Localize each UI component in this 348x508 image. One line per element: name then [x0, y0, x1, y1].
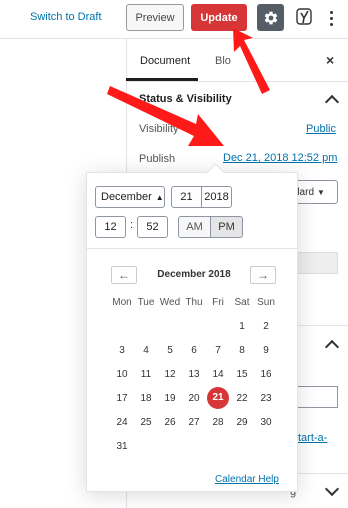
calendar-day[interactable]: 30 — [254, 417, 278, 428]
weekday-header-row: Mon Tue Wed Thu Fri Sat Sun — [110, 290, 278, 314]
calendar-day[interactable]: 28 — [206, 417, 230, 428]
day-input[interactable]: 21 — [171, 186, 202, 208]
month-select-value: December — [101, 191, 152, 203]
weekday-label: Sat — [234, 296, 250, 308]
calendar-day[interactable]: 11 — [134, 369, 158, 380]
calendar-month-title: December 2018 — [157, 269, 231, 280]
publish-label: Publish — [139, 153, 176, 165]
calendar-day[interactable]: 22 — [230, 393, 254, 404]
status-visibility-title[interactable]: Status & Visibility — [139, 93, 232, 105]
calendar-day[interactable]: 26 — [158, 417, 182, 428]
visibility-label: Visibility — [139, 123, 179, 135]
close-sidebar-icon[interactable]: × — [326, 52, 334, 68]
calendar-day[interactable]: 18 — [134, 393, 158, 404]
arrow-right-icon[interactable]: → — [250, 266, 276, 284]
vertical-ellipsis-icon[interactable] — [323, 6, 339, 30]
calendar-day[interactable]: 24 — [110, 417, 134, 428]
partial-link[interactable]: tart-a- — [298, 432, 327, 444]
calendar-grid: Mon Tue Wed Thu Fri Sat Sun 1 2 3 4 5 6 … — [110, 290, 278, 458]
calendar-week: 1 2 — [110, 314, 278, 338]
calendar-day[interactable]: 14 — [206, 369, 230, 380]
weekday-label: Tue — [137, 296, 155, 308]
selected-day-badge: 21 — [207, 387, 229, 409]
calendar-week: 3 4 5 6 7 8 9 — [110, 338, 278, 362]
calendar-week: 17 18 19 20 21 22 23 — [110, 386, 278, 410]
pm-button[interactable]: PM — [210, 216, 243, 238]
switch-to-draft-link[interactable]: Switch to Draft — [30, 11, 102, 23]
calendar-day[interactable]: 8 — [230, 345, 254, 356]
calendar-day[interactable]: 25 — [134, 417, 158, 428]
calendar-week: 10 11 12 13 14 15 16 — [110, 362, 278, 386]
weekday-label: Fri — [212, 296, 224, 308]
weekday-label: Thu — [185, 296, 203, 308]
select-caret-icon: ▼ — [317, 187, 325, 197]
calendar-week: 24 25 26 27 28 29 30 — [110, 410, 278, 434]
yoast-icon[interactable] — [294, 6, 316, 28]
calendar-day[interactable]: 20 — [182, 393, 206, 404]
hour-input[interactable]: 12 — [95, 216, 126, 238]
month-select[interactable]: December ▲︎ — [95, 186, 165, 208]
sidebar-text-input[interactable] — [296, 386, 338, 408]
visibility-link[interactable]: Public — [306, 123, 336, 135]
calendar-day[interactable]: 9 — [254, 345, 278, 356]
calendar-day[interactable]: 3 — [110, 345, 134, 356]
calendar-help-link[interactable]: Calendar Help — [215, 474, 279, 485]
calendar-week: 31 — [110, 434, 278, 458]
update-button[interactable]: Update — [191, 4, 247, 31]
calendar-day[interactable]: 23 — [254, 393, 278, 404]
calendar-day[interactable]: 16 — [254, 369, 278, 380]
publish-date-link[interactable]: Dec 21, 2018 12:52 pm — [223, 152, 337, 164]
calendar-day[interactable]: 27 — [182, 417, 206, 428]
tab-block[interactable]: Blo — [215, 55, 231, 67]
calendar-day[interactable]: 5 — [158, 345, 182, 356]
disabled-field — [296, 252, 338, 274]
calendar-day[interactable]: 15 — [230, 369, 254, 380]
calendar-day[interactable]: 1 — [230, 321, 254, 332]
calendar-day[interactable]: 31 — [110, 441, 134, 452]
active-tab-indicator — [126, 78, 198, 81]
weekday-label: Sun — [257, 296, 275, 308]
calendar-day[interactable]: 19 — [158, 393, 182, 404]
tab-document[interactable]: Document — [140, 55, 190, 67]
calendar-day[interactable]: 12 — [158, 369, 182, 380]
arrow-left-icon[interactable]: ← — [111, 266, 137, 284]
calendar-day[interactable]: 13 — [182, 369, 206, 380]
time-separator: : — [130, 219, 134, 231]
calendar-day[interactable]: 2 — [254, 321, 278, 332]
select-caret-icon: ▲︎ — [155, 192, 164, 202]
preview-button[interactable]: Preview — [126, 4, 184, 31]
divider — [86, 248, 298, 249]
calendar-day-selected[interactable]: 21 — [206, 387, 230, 409]
calendar-day[interactable]: 7 — [206, 345, 230, 356]
weekday-label: Mon — [112, 296, 132, 308]
calendar-day[interactable]: 29 — [230, 417, 254, 428]
calendar-day[interactable]: 17 — [110, 393, 134, 404]
calendar-day[interactable]: 4 — [134, 345, 158, 356]
calendar-day[interactable]: 10 — [110, 369, 134, 380]
year-input[interactable]: 2018 — [201, 186, 232, 208]
calendar-day[interactable]: 6 — [182, 345, 206, 356]
am-button[interactable]: AM — [178, 216, 211, 238]
weekday-label: Wed — [159, 296, 181, 308]
minute-input[interactable]: 52 — [137, 216, 168, 238]
gear-icon[interactable] — [257, 4, 284, 31]
